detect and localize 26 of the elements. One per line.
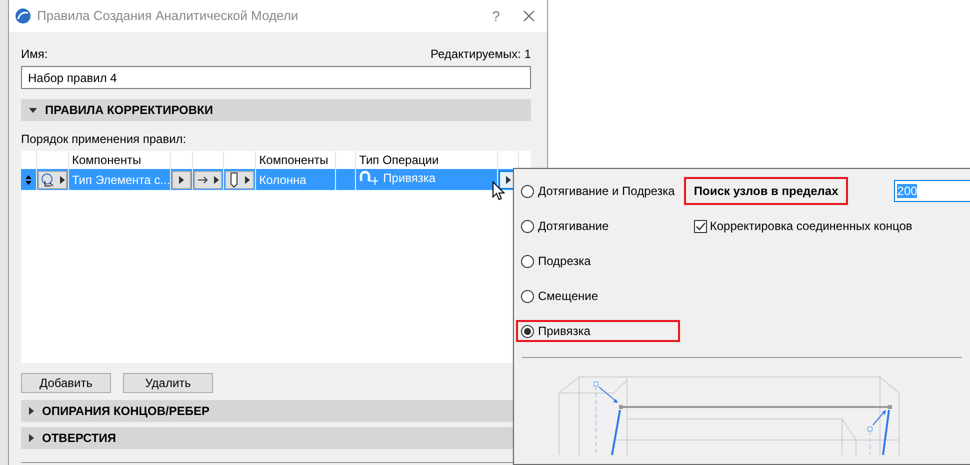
radio-option[interactable]: Подрезка [516, 250, 680, 272]
column-type-button[interactable] [225, 170, 254, 188]
order-label: Порядок применения правил: [21, 131, 188, 146]
radio-option[interactable]: Дотягивание [516, 215, 680, 237]
column-icon [230, 172, 238, 188]
window-title: Правила Создания Аналитической Модели [37, 7, 298, 26]
radio-option[interactable]: Дотягивание и Подрезка [516, 180, 680, 202]
radio-option[interactable]: Привязка [516, 320, 680, 342]
search-range-label: Поиск узлов в пределах [684, 177, 848, 205]
expand-button[interactable] [172, 170, 192, 188]
checkmark-icon [694, 220, 706, 232]
name-field[interactable]: Набор правил 4 [21, 66, 531, 89]
section-header[interactable]: ПРАВИЛА КОРРЕКТИРОВКИ [21, 99, 531, 121]
action-button[interactable]: Удалить [123, 373, 213, 393]
name-label: Имя: [21, 46, 48, 61]
relation-button[interactable] [194, 170, 222, 188]
arrow-icon [197, 174, 210, 184]
help-button[interactable]: ? [481, 6, 511, 26]
correct-ends-checkbox[interactable]: Корректировка соединенных концов [694, 217, 970, 235]
radio-option[interactable]: Смещение [516, 285, 680, 307]
mouse-cursor-icon [492, 181, 505, 201]
filter-button[interactable] [38, 170, 67, 188]
app-logo-icon [15, 8, 31, 24]
close-icon[interactable] [523, 10, 535, 22]
action-button[interactable]: Добавить [21, 373, 111, 393]
editable-count: Редактируемых: 1 [430, 46, 531, 61]
